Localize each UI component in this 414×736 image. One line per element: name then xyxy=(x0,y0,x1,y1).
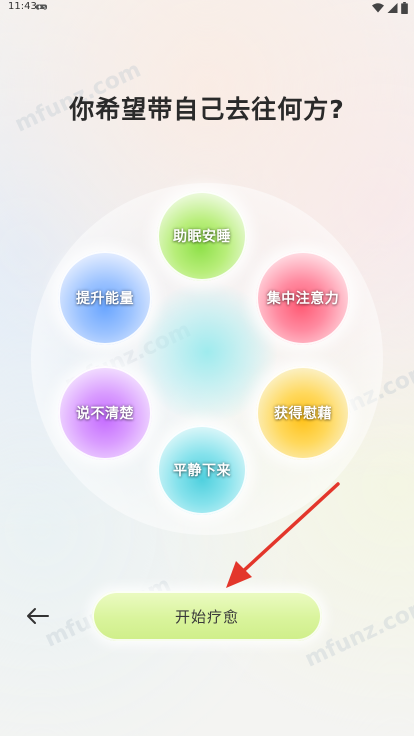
option-boost-energy-label: 提升能量 xyxy=(76,291,134,307)
gamepad-icon xyxy=(36,4,47,10)
option-sleep-button[interactable]: 助眠安睡 xyxy=(157,191,247,281)
status-time: 11:43 xyxy=(8,1,37,12)
battery-icon xyxy=(401,2,408,14)
option-focus-label: 集中注意力 xyxy=(266,291,340,307)
option-boost-energy-button[interactable]: 提升能量 xyxy=(58,251,152,345)
option-calm-down-label: 平静下来 xyxy=(173,463,231,479)
option-comfort-label: 获得慰藉 xyxy=(274,406,332,422)
option-comfort-button[interactable]: 获得慰藉 xyxy=(256,366,350,460)
page-title: 你希望带自己去往何方? xyxy=(69,95,345,124)
start-healing-label: 开始疗愈 xyxy=(174,607,239,626)
arrow-left-icon xyxy=(27,608,49,624)
back-button[interactable] xyxy=(22,604,54,628)
status-bar: 11:43 xyxy=(0,0,414,18)
option-focus-button[interactable]: 集中注意力 xyxy=(256,251,350,345)
option-sleep-label: 助眠安睡 xyxy=(173,229,231,245)
wifi-icon xyxy=(372,3,384,13)
option-unclear-button[interactable]: 说不清楚 xyxy=(58,366,152,460)
option-unclear-label: 说不清楚 xyxy=(76,406,134,422)
start-healing-button[interactable]: 开始疗愈 xyxy=(92,591,322,641)
signal-icon xyxy=(387,3,398,13)
option-calm-down-button[interactable]: 平静下来 xyxy=(157,425,247,515)
